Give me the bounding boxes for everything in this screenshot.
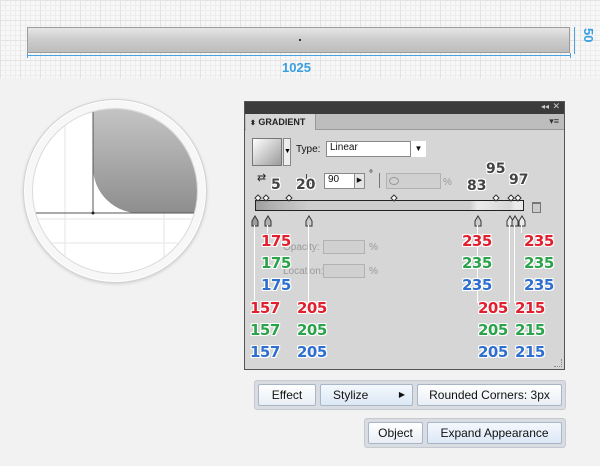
rounded-corner-shape — [92, 109, 197, 214]
color-stops[interactable] — [245, 211, 566, 227]
width-dimension-tick-left — [27, 53, 28, 58]
expand-appearance-menu-item[interactable]: Expand Appearance — [427, 422, 562, 444]
aspect-percent: % — [443, 177, 452, 188]
stop-red-value: 215 — [515, 299, 545, 317]
width-dimension-tick-right — [570, 53, 571, 58]
opacity-input[interactable] — [323, 240, 365, 254]
stop-green-value: 157 — [250, 321, 280, 339]
stop-red-value: 157 — [250, 299, 280, 317]
rounded-corners-menu-item[interactable]: Rounded Corners: 3px — [417, 384, 562, 406]
stop-location-label: 83 — [467, 178, 487, 194]
chevron-right-icon: ▶ — [398, 390, 405, 399]
degree-sign: ° — [369, 169, 373, 180]
stop-line — [514, 225, 515, 303]
location-percent: % — [369, 266, 378, 277]
reverse-gradient-icon[interactable]: ⇄ — [257, 171, 271, 187]
stop-location-label: 95 — [486, 161, 506, 177]
effect-menu[interactable]: Effect — [258, 384, 316, 406]
stop-red-value: 175 — [261, 232, 291, 250]
zoom-content — [32, 108, 198, 274]
stop-blue-value: 235 — [462, 276, 492, 294]
stop-green-value: 205 — [297, 321, 327, 339]
angle-dropdown-icon[interactable]: ▶ — [354, 174, 364, 188]
type-select[interactable]: Linear ▼ — [326, 141, 426, 157]
stop-location-label: 5 — [271, 177, 281, 193]
stop-line — [521, 225, 522, 233]
type-label: Type: — [296, 144, 321, 155]
center-point — [299, 39, 301, 41]
stop-green-value: 235 — [462, 254, 492, 272]
stylize-menu[interactable]: Stylize ▶ — [320, 384, 413, 406]
tab-arrows-icon: ⬍ — [250, 120, 256, 127]
gradient-swatch[interactable] — [252, 138, 282, 166]
stop-line — [254, 225, 255, 303]
stop-blue-value: 215 — [515, 343, 545, 361]
panel-menu-icon[interactable]: ▾≡ — [549, 116, 559, 127]
stop-red-value: 205 — [478, 299, 508, 317]
collapse-icon[interactable]: ◂◂ — [541, 102, 549, 111]
resize-grip-icon[interactable] — [554, 359, 562, 367]
stop-location-label: 20 — [296, 177, 316, 193]
stop-green-value: 215 — [515, 321, 545, 339]
stop-blue-value: 205 — [478, 343, 508, 361]
height-label: 50 — [581, 28, 596, 43]
close-icon[interactable]: ✕ — [552, 101, 560, 112]
opacity-percent: % — [369, 242, 378, 253]
panel-titlebar[interactable]: ◂◂ ✕ — [245, 101, 564, 114]
zoom-magnifier — [23, 99, 207, 283]
width-label: 1025 — [282, 60, 311, 75]
stop-location-label: 97 — [509, 172, 529, 188]
stop-blue-value: 235 — [524, 276, 554, 294]
stop-red-value: 235 — [462, 232, 492, 250]
tab-gradient[interactable]: ⬍ GRADIENT — [246, 114, 316, 130]
height-dimension-line — [574, 27, 575, 54]
object-menu[interactable]: Object — [368, 422, 423, 444]
stop-line — [509, 225, 510, 303]
location-input[interactable] — [323, 264, 365, 278]
stop-blue-value: 157 — [250, 343, 280, 361]
aspect-ratio-input[interactable] — [386, 173, 441, 189]
panel-tab-bar: ⬍ GRADIENT ▾≡ — [245, 114, 564, 130]
stop-blue-value: 175 — [261, 276, 291, 294]
stop-blue-value: 205 — [297, 343, 327, 361]
ellipse-icon — [389, 177, 399, 185]
width-dimension-line — [27, 55, 570, 56]
stop-red-value: 235 — [524, 232, 554, 250]
midpoint-diamonds[interactable] — [245, 191, 566, 211]
stop-red-value: 205 — [297, 299, 327, 317]
swatch-dropdown-icon[interactable]: ▼ — [283, 138, 291, 166]
stop-green-value: 175 — [261, 254, 291, 272]
angle-input[interactable]: 90 ▶ — [324, 173, 365, 189]
stop-green-value: 205 — [478, 321, 508, 339]
stop-green-value: 235 — [524, 254, 554, 272]
chevron-down-icon: ▼ — [410, 141, 426, 157]
stop-line — [308, 225, 309, 303]
